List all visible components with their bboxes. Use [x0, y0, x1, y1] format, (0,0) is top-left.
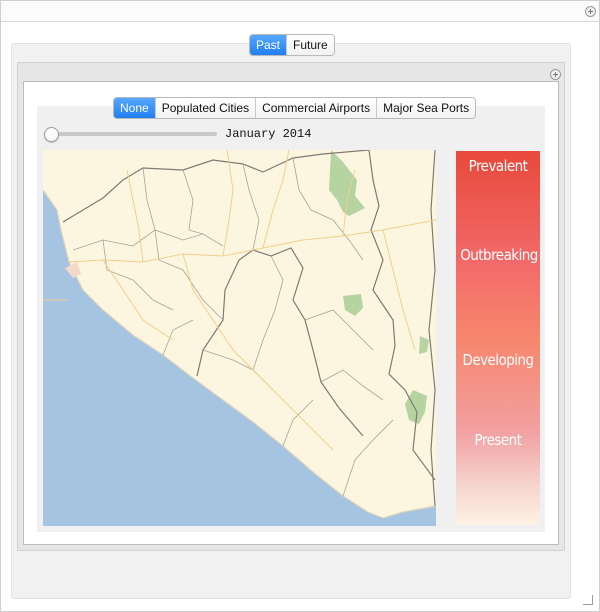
layer-tabs: None Populated Cities Commercial Airport…: [113, 97, 477, 119]
mode-tabs: Past Future: [249, 34, 335, 56]
tab-major-sea-ports[interactable]: Major Sea Ports: [377, 98, 476, 118]
tab-future[interactable]: Future: [287, 35, 334, 55]
tab-populated-cities[interactable]: Populated Cities: [155, 98, 257, 118]
region-map[interactable]: [43, 150, 436, 526]
legend-label-prevalent: Prevalent: [468, 157, 528, 175]
timeline-slider-thumb[interactable]: [44, 127, 59, 142]
timeline-date-label: January 2014: [225, 127, 312, 141]
app-window: Past Future None Populated Cities Commer…: [0, 0, 600, 612]
legend-label-outbreaking: Outbreaking: [460, 246, 538, 264]
legend-label-developing: Developing: [462, 351, 534, 369]
tab-commercial-airports[interactable]: Commercial Airports: [256, 98, 378, 118]
legend-label-present: Present: [474, 431, 522, 449]
panel-plus-icon[interactable]: [550, 69, 561, 80]
resize-grip-icon[interactable]: [583, 595, 593, 605]
timeline-slider-track[interactable]: [51, 132, 217, 136]
outbreak-legend: Prevalent Outbreaking Developing Present: [456, 151, 540, 525]
tab-none[interactable]: None: [114, 98, 156, 118]
window-toolbar: [1, 1, 599, 22]
window-plus-icon[interactable]: [585, 6, 596, 17]
tab-past[interactable]: Past: [250, 35, 288, 55]
